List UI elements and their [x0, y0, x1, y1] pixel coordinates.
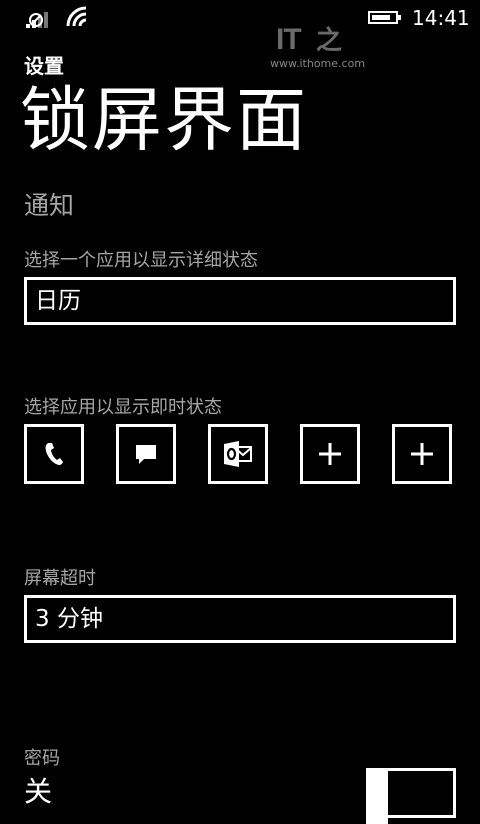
password-label: 密码 — [24, 748, 60, 769]
screen-timeout-label: 屏幕超时 — [24, 568, 96, 589]
password-toggle-switch[interactable] — [366, 768, 456, 824]
svg-text:IT: IT — [276, 23, 301, 54]
toggle-knob[interactable] — [366, 768, 388, 824]
app-title: 设置 — [24, 54, 64, 78]
quick-status-slot-phone[interactable] — [24, 424, 84, 484]
quick-status-slot-add-1[interactable] — [300, 424, 360, 484]
detailed-status-label: 选择一个应用以显示详细状态 — [24, 250, 258, 271]
phone-icon — [45, 443, 63, 465]
svg-text:之: 之 — [316, 25, 342, 54]
wifi-icon — [66, 6, 87, 27]
detailed-status-value: 日历 — [35, 288, 81, 314]
watermark-url: www.ithome.com — [270, 57, 366, 70]
clock: 14:41 — [412, 6, 470, 30]
screen-timeout-picker[interactable]: 3 分钟 — [24, 595, 456, 643]
quick-status-slot-add-2[interactable] — [392, 424, 452, 484]
page-title: 锁屏界面 — [20, 79, 308, 161]
quick-status-slot-outlook[interactable] — [208, 424, 268, 484]
quick-status-label: 选择应用以显示即时状态 — [24, 397, 222, 418]
add-icon — [319, 443, 341, 465]
watermark-logo: IT 之 — [276, 22, 360, 60]
status-bar: 14:41 — [0, 0, 480, 36]
detailed-status-picker[interactable]: 日历 — [24, 277, 456, 325]
quick-status-slot-messaging[interactable] — [116, 424, 176, 484]
screen-timeout-value: 3 分钟 — [35, 606, 103, 632]
signal-icon — [26, 12, 48, 28]
outlook-icon — [224, 441, 252, 467]
section-title-notifications: 通知 — [24, 191, 75, 220]
password-toggle-state: 关 — [24, 775, 53, 808]
message-icon — [136, 445, 156, 464]
battery-icon — [368, 11, 401, 24]
add-icon — [411, 443, 433, 465]
